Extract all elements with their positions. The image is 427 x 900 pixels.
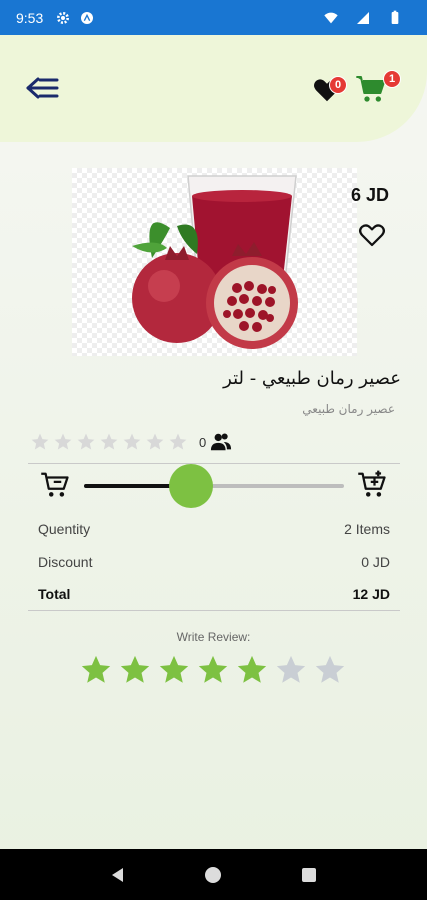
- star-icon: [146, 433, 164, 450]
- product-subtitle: عصير رمان طبيعي: [302, 402, 395, 416]
- total-label: Total: [38, 586, 71, 602]
- product-title: عصير رمان طبيعي - لتر: [223, 368, 401, 389]
- status-time: 9:53: [16, 9, 44, 26]
- app-header: [0, 35, 427, 142]
- quantity-slider-thumb[interactable]: [168, 464, 213, 508]
- favorites-count-badge: 0: [329, 76, 347, 94]
- nav-recents-icon[interactable]: [299, 865, 319, 885]
- battery-icon: [391, 10, 399, 24]
- quantity-row: Quentity 2 Items: [38, 521, 390, 537]
- star-filled-icon[interactable]: [79, 653, 113, 687]
- quantity-slider-track[interactable]: [84, 484, 344, 488]
- cart-remove-icon[interactable]: [40, 470, 70, 500]
- star-icon: [77, 433, 95, 450]
- star-icon: [169, 433, 187, 450]
- divider: [28, 610, 400, 611]
- quantity-label: Quentity: [38, 521, 91, 537]
- system-nav-bar: [0, 849, 427, 900]
- total-value: 12 JD: [352, 586, 390, 602]
- star-icon: [123, 433, 141, 450]
- star-empty-icon[interactable]: [274, 653, 308, 687]
- signal-icon: [357, 11, 369, 24]
- divider: [28, 463, 400, 464]
- star-filled-icon[interactable]: [235, 653, 269, 687]
- write-review-label: Write Review:: [176, 630, 251, 644]
- settings-icon: [57, 11, 70, 24]
- cart-add-icon[interactable]: [357, 470, 387, 500]
- star-icon: [100, 433, 118, 450]
- accessibility-icon: [81, 11, 94, 24]
- star-icon: [54, 433, 72, 450]
- discount-value: 0 JD: [361, 554, 390, 570]
- pomegranate-juice-illustration: [132, 175, 298, 349]
- product-price: 6 JD: [350, 185, 389, 205]
- star-icon: [31, 433, 49, 450]
- nav-back-icon[interactable]: [108, 865, 128, 885]
- cart-count-badge: 1: [383, 70, 401, 88]
- product-rating: 0: [30, 431, 232, 453]
- wifi-icon: [324, 12, 338, 23]
- star-empty-icon[interactable]: [313, 653, 347, 687]
- back-menu-icon[interactable]: [24, 73, 60, 103]
- star-filled-icon[interactable]: [157, 653, 191, 687]
- people-icon: [211, 433, 232, 451]
- status-bar: 9:53: [0, 0, 427, 35]
- rating-count: 0: [199, 434, 207, 450]
- review-star-rating[interactable]: [79, 653, 352, 687]
- quantity-value: 2 Items: [344, 521, 390, 537]
- total-row: Total 12 JD: [38, 586, 390, 602]
- star-filled-icon[interactable]: [196, 653, 230, 687]
- discount-row: Discount 0 JD: [38, 554, 390, 570]
- discount-label: Discount: [38, 554, 93, 570]
- nav-home-icon[interactable]: [203, 865, 223, 885]
- star-filled-icon[interactable]: [118, 653, 152, 687]
- wishlist-heart-icon[interactable]: [357, 220, 387, 250]
- product-image: [72, 168, 357, 356]
